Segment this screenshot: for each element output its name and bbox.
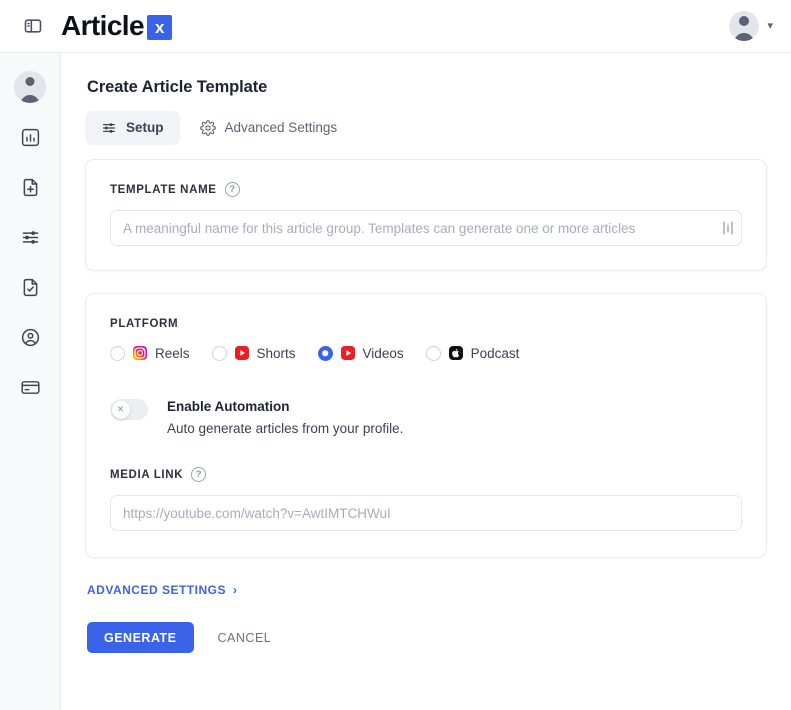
tab-advanced-settings[interactable]: Advanced Settings — [184, 111, 354, 145]
generate-button[interactable]: GENERATE — [87, 622, 194, 654]
template-name-label-row: TEMPLATE NAME ? — [110, 182, 742, 197]
youtube-icon — [340, 346, 355, 360]
form-actions: GENERATE CANCEL — [87, 622, 791, 654]
sidebar-item-analytics[interactable] — [14, 121, 46, 153]
help-icon[interactable]: ? — [191, 467, 207, 483]
youtube-icon — [234, 346, 249, 360]
instagram-icon — [133, 346, 147, 360]
template-name-input-wrap — [110, 210, 742, 246]
media-link-input[interactable] — [110, 495, 742, 532]
sidebar-item-billing[interactable] — [14, 371, 46, 403]
sidebar-item-new-document[interactable] — [14, 171, 46, 203]
automation-subtitle: Auto generate articles from your profile… — [167, 420, 404, 436]
apple-podcasts-icon — [448, 346, 463, 360]
sliders-icon — [22, 230, 38, 244]
avatar — [729, 11, 760, 41]
tab-setup[interactable]: Setup — [85, 111, 180, 145]
sidebar-item-account[interactable] — [14, 321, 46, 353]
document-plus-icon — [23, 178, 37, 196]
toggle-knob: ✕ — [111, 400, 130, 419]
advanced-settings-link-label: ADVANCED SETTINGS — [87, 583, 226, 598]
tab-advanced-settings-label: Advanced Settings — [224, 120, 338, 136]
top-bar: Article x ▾ — [0, 0, 791, 53]
user-menu[interactable]: ▾ — [729, 11, 791, 41]
sidebar-item-settings-sliders[interactable] — [14, 221, 46, 253]
platform-radio-group: Reels Shorts Videos Podcast — [110, 345, 742, 361]
radio-dot[interactable] — [317, 345, 333, 361]
tab-setup-label: Setup — [126, 120, 164, 136]
template-name-label: TEMPLATE NAME — [110, 183, 217, 196]
automation-title: Enable Automation — [167, 399, 290, 414]
platform-option-reels[interactable]: Reels — [110, 345, 190, 361]
user-circle-icon — [21, 328, 39, 346]
radio-dot[interactable] — [425, 345, 441, 361]
media-link-label-row: MEDIA LINK ? — [110, 467, 742, 483]
app-root: Article x ▾ Create Article Template Setu… — [0, 0, 791, 710]
help-icon[interactable]: ? — [224, 182, 240, 197]
document-check-icon — [23, 278, 37, 296]
resize-handle-icon[interactable] — [722, 221, 733, 235]
platform-option-podcast[interactable]: Podcast — [425, 345, 520, 361]
advanced-settings-link[interactable]: ADVANCED SETTINGS › — [87, 583, 237, 597]
bar-chart-icon — [21, 128, 39, 146]
sidebar-item-profile[interactable] — [14, 71, 46, 103]
radio-dot[interactable] — [211, 345, 227, 361]
platform-label: PLATFORM — [110, 318, 179, 330]
top-bar-left: Article x — [0, 12, 172, 40]
automation-row: ✕ Enable Automation Auto generate articl… — [110, 397, 742, 439]
cancel-button[interactable]: CANCEL — [204, 622, 286, 653]
media-link-input-wrap — [110, 495, 742, 532]
template-name-input[interactable] — [110, 210, 742, 246]
enable-automation-toggle[interactable]: ✕ — [110, 399, 148, 420]
platform-option-shorts[interactable]: Shorts — [211, 345, 296, 361]
main-content: Create Article Template Setup Advanced S… — [61, 53, 791, 710]
brand-logo[interactable]: Article x — [61, 12, 172, 40]
media-link-block: MEDIA LINK ? — [110, 467, 742, 532]
automation-text: Enable Automation Auto generate articles… — [167, 397, 403, 439]
chevron-right-icon: › — [232, 583, 238, 598]
media-link-label: MEDIA LINK — [110, 468, 184, 481]
platform-option-reels-label: Reels — [155, 345, 190, 361]
tab-bar: Setup Advanced Settings — [85, 111, 791, 145]
platform-option-videos-label: Videos — [362, 345, 404, 361]
platform-option-podcast-label: Podcast — [470, 345, 520, 361]
brand-badge: x — [146, 14, 172, 40]
page-title: Create Article Template — [87, 78, 268, 96]
chevron-down-icon: ▾ — [767, 19, 773, 32]
gear-icon — [199, 120, 216, 136]
panel-layout-icon[interactable] — [19, 12, 47, 40]
sliders-icon — [103, 123, 115, 133]
platform-card: PLATFORM Reels Shorts Videos Podcast ✕ E… — [85, 293, 767, 559]
sidebar — [0, 53, 61, 710]
platform-option-shorts-label: Shorts — [256, 345, 296, 361]
radio-dot[interactable] — [110, 345, 125, 361]
brand-text: Article — [61, 10, 145, 41]
sidebar-item-document-check[interactable] — [14, 271, 46, 303]
template-name-card: TEMPLATE NAME ? — [85, 159, 767, 271]
platform-option-videos[interactable]: Videos — [317, 345, 404, 361]
credit-card-icon — [20, 380, 40, 394]
